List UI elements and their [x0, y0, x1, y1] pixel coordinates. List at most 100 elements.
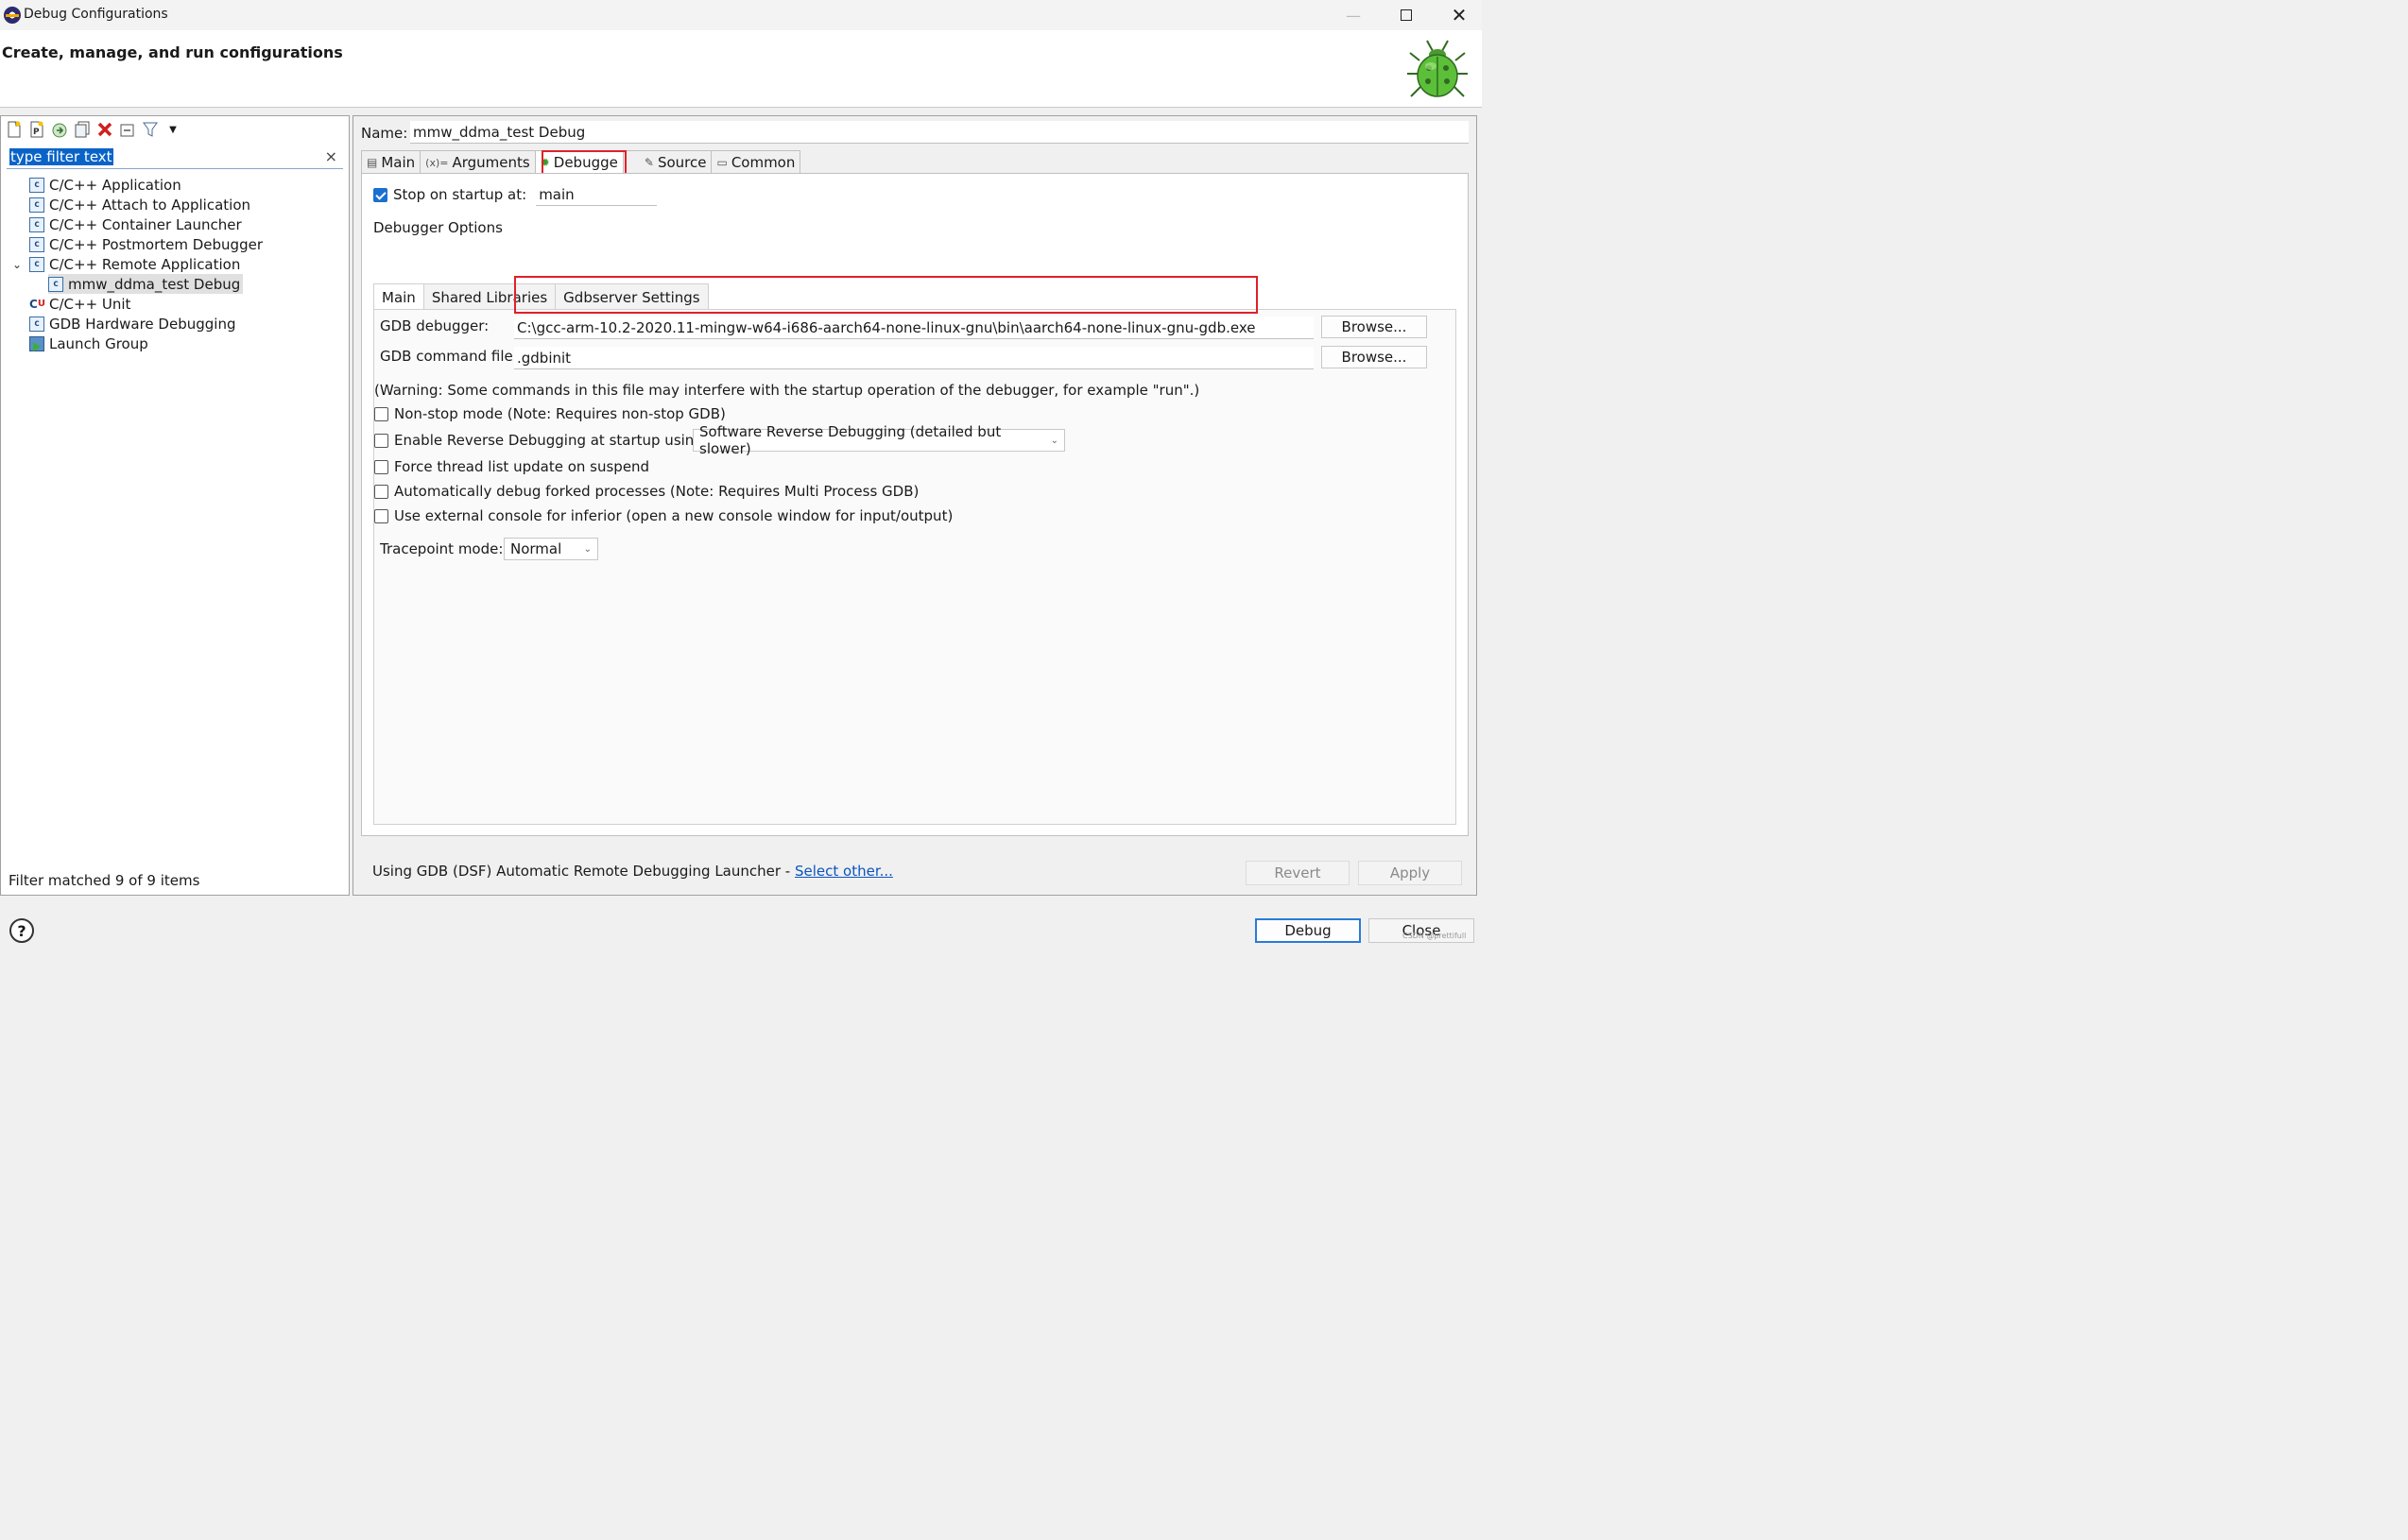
debug-button[interactable]: Debug [1255, 918, 1361, 943]
new-prototype-icon[interactable]: P [27, 120, 46, 139]
stop-on-startup-row: Stop on startup at: main [373, 183, 658, 206]
dialog-heading: Create, manage, and run configurations [2, 43, 343, 61]
external-console-checkbox[interactable] [374, 508, 388, 523]
force-thread-update-checkbox[interactable] [374, 459, 388, 474]
c-config-icon: c [48, 276, 63, 292]
gdb-debugger-input[interactable]: C:\gcc-arm-10.2-2020.11-mingw-w64-i686-a… [514, 317, 1314, 339]
close-window-button[interactable]: ✕ [1433, 0, 1486, 30]
maximize-button[interactable] [1380, 0, 1433, 30]
force-thread-update-row: Force thread list update on suspend [374, 458, 649, 475]
tab-label: Arguments [452, 154, 530, 171]
launcher-text: Using GDB (DSF) Automatic Remote Debuggi… [372, 863, 795, 880]
stop-on-startup-checkbox[interactable] [373, 187, 387, 202]
c-config-icon: c [29, 216, 44, 232]
tree-item-label: C/C++ Remote Application [49, 255, 241, 273]
launcher-info: Using GDB (DSF) Automatic Remote Debuggi… [372, 863, 893, 880]
tree-item-cpp-unit[interactable]: CU C/C++ Unit [29, 294, 130, 314]
gdb-debugger-highlight [514, 276, 1258, 314]
tree-item-cpp-attach[interactable]: c C/C++ Attach to Application [29, 195, 250, 214]
tree-item-mmw-ddma-test-debug[interactable]: c mmw_ddma_test Debug [48, 274, 244, 294]
chevron-down-icon: ⌄ [1050, 435, 1058, 446]
browse-gdb-command-button[interactable]: Browse... [1321, 346, 1427, 368]
tab-arguments[interactable]: (x)= Arguments [420, 150, 536, 174]
apply-button[interactable]: Apply [1358, 861, 1462, 885]
chevron-down-icon: ⌄ [583, 543, 592, 555]
reverse-debugging-checkbox[interactable] [374, 433, 388, 448]
debug-forked-row: Automatically debug forked processes (No… [374, 483, 919, 500]
c-config-icon: c [29, 177, 44, 193]
configuration-editor-panel: Name: mmw_ddma_test Debug ▤ Main (x)= Ar… [353, 115, 1477, 896]
eclipse-icon [4, 7, 21, 24]
tree-item-label: C/C++ Container Launcher [49, 215, 242, 233]
reverse-debugging-label: Enable Reverse Debugging at startup usin… [394, 432, 708, 449]
duplicate-configuration-icon[interactable] [73, 120, 92, 139]
stop-on-startup-input[interactable]: main [536, 183, 658, 206]
dialog-header: Create, manage, and run configurations [0, 30, 1482, 108]
debugger-options-label: Debugger Options [373, 219, 503, 236]
debugger-options-group: Main Shared Libraries Gdbserver Settings… [373, 283, 1456, 825]
tree-item-gdb-hardware[interactable]: c GDB Hardware Debugging [29, 314, 235, 334]
filter-placeholder[interactable]: type filter text [9, 148, 113, 165]
svg-text:P: P [33, 128, 40, 137]
debugger-main-options: GDB debugger: C:\gcc-arm-10.2-2020.11-mi… [373, 309, 1456, 825]
external-console-label: Use external console for inferior (open … [394, 507, 954, 524]
tree-item-label: C/C++ Unit [49, 295, 131, 313]
c-config-icon: c [29, 256, 44, 272]
tab-common[interactable]: ▭ Common [711, 150, 801, 174]
watermark-text: CSDN @prettifull [1402, 932, 1467, 940]
export-configuration-icon[interactable] [50, 120, 69, 139]
minimize-button[interactable]: — [1327, 0, 1380, 30]
force-thread-update-label: Force thread list update on suspend [394, 458, 650, 475]
reverse-debugging-row: Enable Reverse Debugging at startup usin… [374, 432, 708, 449]
tracepoint-mode-select[interactable]: Normal ⌄ [504, 538, 598, 560]
main-tab-icon: ▤ [367, 156, 378, 169]
tree-item-cpp-container[interactable]: c C/C++ Container Launcher [29, 214, 242, 234]
delete-configuration-icon[interactable] [95, 120, 114, 139]
tree-item-cpp-postmortem[interactable]: c C/C++ Postmortem Debugger [29, 234, 263, 254]
launch-group-icon [29, 335, 44, 351]
configuration-name-input[interactable]: mmw_ddma_test Debug [410, 121, 1469, 144]
window-title: Debug Configurations [24, 7, 168, 22]
browse-gdb-debugger-button[interactable]: Browse... [1321, 316, 1427, 338]
arguments-icon: (x)= [425, 156, 449, 169]
tree-item-label: C/C++ Postmortem Debugger [49, 235, 263, 253]
new-configuration-icon[interactable] [5, 120, 24, 139]
tab-label: Main [381, 154, 416, 171]
revert-button[interactable]: Revert [1246, 861, 1350, 885]
gdb-command-file-input[interactable]: .gdbinit [514, 347, 1314, 369]
view-menu-chevron-icon[interactable]: ▼ [163, 120, 182, 139]
tree-item-launch-group[interactable]: Launch Group [29, 334, 148, 353]
source-icon: ✎ [644, 156, 654, 169]
debug-bug-icon [1407, 40, 1468, 97]
tree-item-cpp-application[interactable]: c C/C++ Application [29, 175, 181, 195]
tree-item-label: C/C++ Attach to Application [49, 196, 251, 214]
gdb-command-file-label: GDB command file: [380, 348, 518, 365]
non-stop-mode-checkbox[interactable] [374, 406, 388, 421]
stop-on-startup-label: Stop on startup at: [393, 186, 527, 203]
clear-filter-icon[interactable]: × [325, 147, 337, 165]
tab-source[interactable]: ✎ Source [622, 150, 713, 174]
filter-icon[interactable] [141, 120, 160, 139]
tracepoint-mode-label: Tracepoint mode: [380, 540, 504, 557]
tab-main[interactable]: ▤ Main [361, 150, 421, 174]
tree-item-label: mmw_ddma_test Debug [68, 275, 241, 293]
collapse-all-icon[interactable] [118, 120, 137, 139]
tree-item-label: Launch Group [49, 334, 148, 352]
filter-input[interactable]: type filter text × [7, 146, 343, 169]
tree-item-cpp-remote[interactable]: c C/C++ Remote Application [29, 254, 240, 274]
filter-status: Filter matched 9 of 9 items [9, 872, 200, 889]
reverse-debugging-selected: Software Reverse Debugging (detailed but… [699, 423, 1002, 457]
gdb-warning-text: (Warning: Some commands in this file may… [374, 382, 1200, 399]
select-other-link[interactable]: Select other... [795, 863, 893, 880]
inner-tab-main[interactable]: Main [373, 283, 424, 310]
debug-forked-checkbox[interactable] [374, 484, 388, 499]
cunit-icon: CU [29, 297, 45, 311]
help-icon[interactable]: ? [9, 918, 34, 943]
common-icon: ▭ [716, 156, 728, 169]
tree-item-label: C/C++ Application [49, 176, 181, 194]
config-toolbar: P ▼ [5, 118, 182, 141]
name-label: Name: [361, 125, 408, 142]
reverse-debugging-select[interactable]: Software Reverse Debugging (detailed but… [693, 423, 1065, 457]
external-console-row: Use external console for inferior (open … [374, 507, 953, 524]
expand-chevron-icon[interactable]: ⌄ [12, 258, 22, 271]
